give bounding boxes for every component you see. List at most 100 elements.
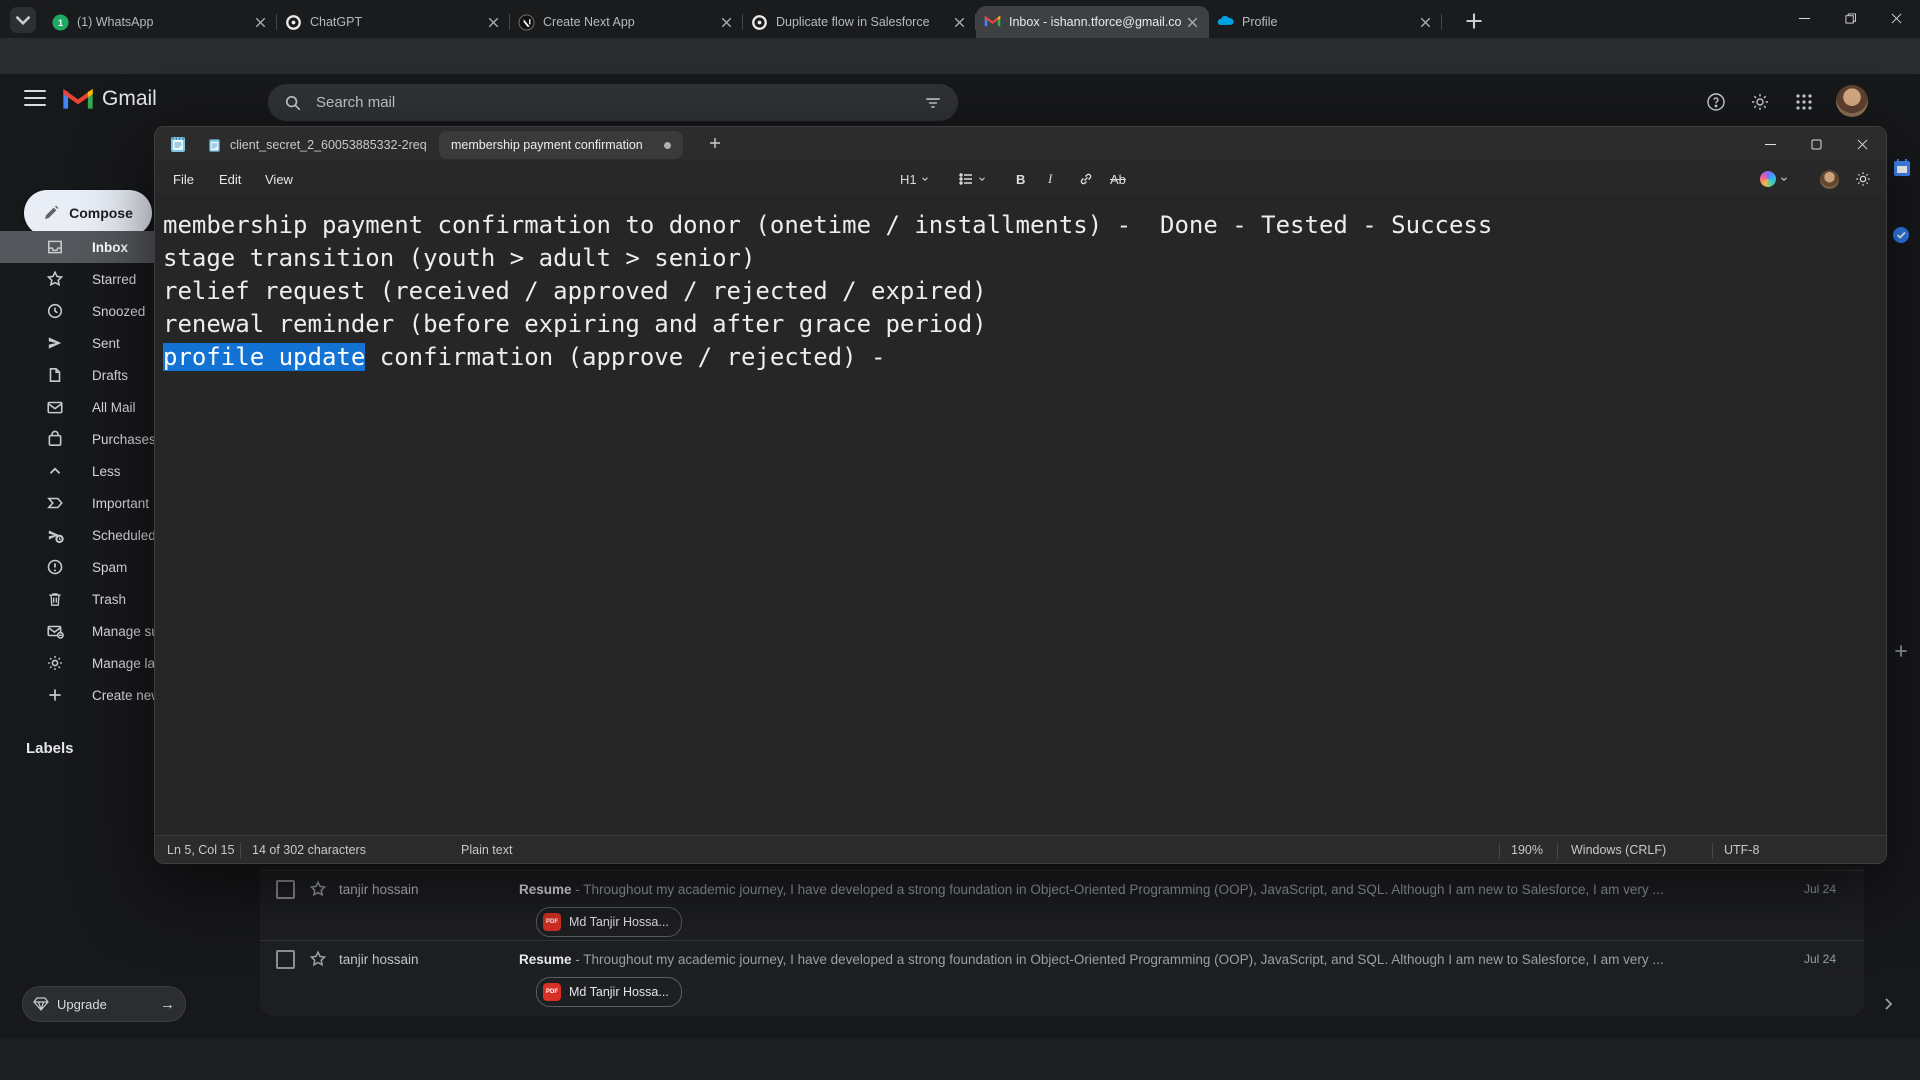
tab-search-button[interactable]: [10, 7, 36, 33]
help-icon[interactable]: [1704, 90, 1728, 114]
email-date: Jul 24: [1804, 952, 1836, 966]
sidebar-item-label: Starred: [92, 272, 136, 287]
notepad-text-area[interactable]: membership payment confirmation to donor…: [155, 195, 1886, 835]
notepad-tab[interactable]: client_secret_2_60053885332-2reqe52rrib: [195, 131, 439, 159]
svg-text:1: 1: [58, 17, 63, 28]
bold-button[interactable]: B: [1011, 167, 1030, 191]
tab-title: Create Next App: [543, 15, 718, 29]
sidebar-item-label: Important: [92, 496, 149, 511]
calendar-icon[interactable]: [1892, 158, 1912, 178]
menu-file[interactable]: File: [163, 168, 204, 190]
editor-line: profile update confirmation (approve / r…: [163, 341, 1886, 374]
browser-tab[interactable]: Duplicate flow in Salesforce: [743, 6, 976, 38]
salesforce-favicon: [1217, 14, 1234, 31]
sidebar-item-label: Purchases: [92, 432, 156, 447]
notepad-app-icon: [169, 135, 187, 153]
email-row[interactable]: tanjir hossain Resume - Throughout my ac…: [260, 870, 1864, 940]
notepad-new-tab-icon[interactable]: [707, 135, 725, 153]
window-restore-button[interactable]: [1828, 0, 1873, 36]
notepad-settings-icon[interactable]: [1849, 167, 1877, 191]
upgrade-button[interactable]: Upgrade →: [22, 986, 186, 1022]
tab-close-icon[interactable]: [252, 14, 269, 31]
star-icon[interactable]: [309, 950, 327, 968]
list-style-dropdown[interactable]: [953, 167, 992, 191]
window-close-button[interactable]: [1874, 0, 1919, 36]
select-checkbox[interactable]: [276, 950, 295, 969]
editor-line: membership payment confirmation to donor…: [163, 209, 1886, 242]
notepad-tab[interactable]: membership payment confirmation: [439, 131, 683, 159]
notepad-account-avatar[interactable]: [1815, 167, 1844, 191]
scheduled-icon: [46, 526, 64, 544]
nextjs-favicon: [518, 14, 535, 31]
browser-tab[interactable]: Inbox - ishann.tforce@gmail.co: [976, 6, 1209, 38]
link-button[interactable]: [1073, 167, 1099, 191]
notepad-tab-title: client_secret_2_60053885332-2reqe52rrib: [230, 138, 427, 152]
notepad-menubar: FileEditView H1 B I Ab: [155, 161, 1886, 195]
zoom-level[interactable]: 190%: [1511, 843, 1543, 857]
side-panel-toggle-icon[interactable]: [1880, 996, 1896, 1012]
sidebar-item-label: Less: [92, 464, 121, 479]
tab-close-icon[interactable]: [951, 14, 968, 31]
tab-close-icon[interactable]: [485, 14, 502, 31]
browser-tab[interactable]: Profile: [1209, 6, 1442, 38]
google-apps-grid-icon[interactable]: [1792, 90, 1816, 114]
important-icon: [46, 494, 64, 512]
tab-title: Profile: [1242, 15, 1417, 29]
account-avatar[interactable]: [1836, 85, 1868, 117]
sidebar-item-label: Scheduled: [92, 528, 156, 543]
browser-tab[interactable]: 1 (1) WhatsApp: [44, 6, 277, 38]
editor-line: stage transition (youth > adult > senior…: [163, 242, 1886, 275]
menu-view[interactable]: View: [255, 168, 303, 190]
tasks-icon[interactable]: [1892, 226, 1912, 246]
attachment-name: Md Tanjir Hossa...: [569, 915, 669, 929]
notepad-tabs: client_secret_2_60053885332-2reqe52rrib m…: [195, 127, 683, 161]
pdf-icon: PDF: [543, 913, 561, 931]
tab-close-icon[interactable]: [1184, 14, 1201, 31]
copilot-button[interactable]: [1755, 167, 1794, 191]
document-icon: [207, 138, 222, 153]
search-icon[interactable]: [284, 94, 302, 112]
add-panel-icon[interactable]: [1892, 642, 1912, 662]
inbox-icon: [46, 238, 64, 256]
window-minimize-button[interactable]: [1782, 0, 1827, 36]
gmail-favicon: [984, 14, 1001, 31]
notepad-minimize-button[interactable]: [1747, 127, 1793, 161]
search-placeholder[interactable]: Search mail: [316, 94, 924, 111]
mail-search-bar[interactable]: Search mail: [268, 84, 958, 121]
italic-button[interactable]: I: [1043, 167, 1057, 191]
upgrade-label: Upgrade: [57, 997, 107, 1012]
sidebar-item-label: Sent: [92, 336, 120, 351]
tab-close-icon[interactable]: [1417, 14, 1434, 31]
clear-formatting-button[interactable]: Ab: [1105, 167, 1131, 191]
browser-tab[interactable]: ChatGPT: [277, 6, 510, 38]
settings-gear-icon[interactable]: [1748, 90, 1772, 114]
heading-style-dropdown[interactable]: H1: [895, 167, 935, 191]
search-options-icon[interactable]: [924, 94, 942, 112]
notepad-maximize-button[interactable]: [1793, 127, 1839, 161]
character-count: 14 of 302 characters: [252, 843, 366, 857]
copilot-icon: [1760, 171, 1776, 187]
allmail-icon: [46, 398, 64, 416]
menu-edit[interactable]: Edit: [209, 168, 251, 190]
sidebar-item-label: All Mail: [92, 400, 136, 415]
sidebar-item-label: Drafts: [92, 368, 128, 383]
attachment-chip[interactable]: PDF Md Tanjir Hossa...: [536, 907, 682, 937]
new-tab-button[interactable]: [1462, 9, 1486, 33]
notepad-close-button[interactable]: [1839, 127, 1885, 161]
attachment-chip[interactable]: PDF Md Tanjir Hossa...: [536, 977, 682, 1007]
select-checkbox[interactable]: [276, 880, 295, 899]
browser-tab[interactable]: Create Next App: [510, 6, 743, 38]
desktop: 1 (1) WhatsApp ChatGPT Create Next App D…: [0, 0, 1920, 1080]
tab-title: ChatGPT: [310, 15, 485, 29]
browser-tabstrip: 1 (1) WhatsApp ChatGPT Create Next App D…: [0, 0, 1920, 38]
compose-button[interactable]: Compose: [24, 190, 152, 236]
main-menu-icon[interactable]: [24, 90, 46, 106]
pdf-icon: PDF: [543, 983, 561, 1001]
document-mode: Plain text: [461, 843, 512, 857]
tab-close-icon[interactable]: [718, 14, 735, 31]
editor-line: relief request (received / approved / re…: [163, 275, 1886, 308]
chevup-icon: [46, 462, 64, 480]
star-icon[interactable]: [309, 880, 327, 898]
email-row[interactable]: tanjir hossain Resume - Throughout my ac…: [260, 940, 1864, 1010]
sidebar-item-label: Inbox: [92, 240, 128, 255]
